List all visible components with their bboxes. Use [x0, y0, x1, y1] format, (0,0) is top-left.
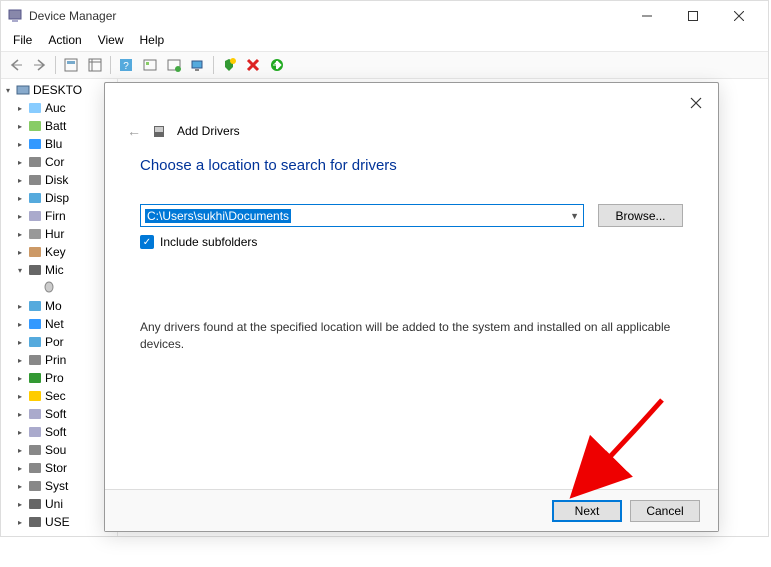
tree-item[interactable]: ▸Key: [3, 243, 115, 261]
add-driver-button[interactable]: [266, 54, 288, 76]
back-button[interactable]: [5, 54, 27, 76]
tree-item[interactable]: ▸Prin: [3, 351, 115, 369]
forward-button[interactable]: [29, 54, 51, 76]
close-button[interactable]: [716, 1, 762, 31]
tree-item[interactable]: ▸Disp: [3, 189, 115, 207]
show-hidden-button[interactable]: [60, 54, 82, 76]
include-subfolders-label: Include subfolders: [160, 235, 257, 249]
toolbar-icon[interactable]: [84, 54, 106, 76]
menu-view[interactable]: View: [90, 31, 132, 51]
tree-item[interactable]: ▸Cor: [3, 153, 115, 171]
path-combobox[interactable]: C:\Users\sukhi\Documents ▼: [140, 204, 584, 227]
window-title: Device Manager: [29, 9, 624, 23]
tree-root[interactable]: ▾DESKTO: [3, 81, 115, 99]
tree-item[interactable]: ▸Disk: [3, 171, 115, 189]
scan-hardware-button[interactable]: [187, 54, 209, 76]
svg-text:?: ?: [123, 61, 129, 72]
tree-item[interactable]: ▸Soft: [3, 423, 115, 441]
tree-item[interactable]: ▸USE: [3, 513, 115, 531]
tree-item[interactable]: ▸Soft: [3, 405, 115, 423]
menubar: File Action View Help: [1, 31, 768, 51]
dialog-heading: Choose a location to search for drivers: [140, 157, 683, 174]
tree-item[interactable]: ▸Hur: [3, 225, 115, 243]
tree-child-item[interactable]: [3, 279, 115, 297]
tree-item[interactable]: ▸Blu: [3, 135, 115, 153]
chevron-down-icon: ▼: [570, 211, 579, 221]
app-icon: [7, 8, 23, 24]
tree-item[interactable]: ▸Stor: [3, 459, 115, 477]
minimize-button[interactable]: [624, 1, 670, 31]
device-tree[interactable]: ▾DESKTO▸Auc▸Batt▸Blu▸Cor▸Disk▸Disp▸Firn▸…: [1, 79, 118, 536]
tree-item[interactable]: ▸Sec: [3, 387, 115, 405]
toolbar: ?: [1, 51, 768, 79]
titlebar: Device Manager: [1, 1, 768, 31]
tree-item[interactable]: ▸Mo: [3, 297, 115, 315]
next-button[interactable]: Next: [552, 500, 622, 522]
add-drivers-dialog: ← Add Drivers Choose a location to searc…: [104, 82, 719, 532]
toolbar-icon[interactable]: [139, 54, 161, 76]
path-value: C:\Users\sukhi\Documents: [145, 209, 291, 223]
dialog-footer: Next Cancel: [105, 489, 718, 531]
drive-icon: [151, 123, 167, 139]
dialog-header: ← Add Drivers: [105, 83, 718, 139]
tree-item[interactable]: ▸Net: [3, 315, 115, 333]
dialog-body: Choose a location to search for drivers …: [105, 139, 718, 353]
tree-item[interactable]: ▸Uni: [3, 495, 115, 513]
back-arrow-icon[interactable]: ←: [127, 123, 141, 139]
tree-item[interactable]: ▾Mic: [3, 261, 115, 279]
toolbar-icon[interactable]: [163, 54, 185, 76]
menu-file[interactable]: File: [5, 31, 40, 51]
menu-action[interactable]: Action: [40, 31, 89, 51]
include-subfolders-checkbox[interactable]: ✓: [140, 235, 154, 249]
help-button[interactable]: ?: [115, 54, 137, 76]
window-controls: [624, 1, 762, 31]
tree-item[interactable]: ▸Auc: [3, 99, 115, 117]
dialog-title: Add Drivers: [177, 124, 240, 138]
update-driver-button[interactable]: [218, 54, 240, 76]
dialog-close-button[interactable]: [684, 91, 708, 115]
tree-item[interactable]: ▸Por: [3, 333, 115, 351]
tree-item[interactable]: ▸Batt: [3, 117, 115, 135]
browse-button[interactable]: Browse...: [598, 204, 683, 227]
cancel-button[interactable]: Cancel: [630, 500, 700, 522]
uninstall-button[interactable]: [242, 54, 264, 76]
tree-item[interactable]: ▸Syst: [3, 477, 115, 495]
maximize-button[interactable]: [670, 1, 716, 31]
menu-help[interactable]: Help: [132, 31, 173, 51]
tree-item[interactable]: ▸Sou: [3, 441, 115, 459]
dialog-description: Any drivers found at the specified locat…: [140, 319, 683, 353]
tree-item[interactable]: ▸Pro: [3, 369, 115, 387]
tree-item[interactable]: ▸Firn: [3, 207, 115, 225]
